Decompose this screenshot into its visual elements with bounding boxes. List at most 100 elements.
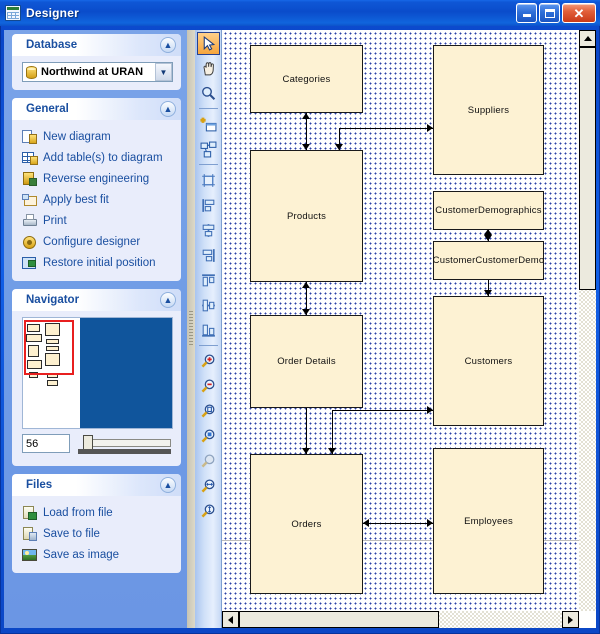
link-apply-best-fit[interactable]: Apply best fit (22, 189, 173, 210)
zoom-actual-size-tool[interactable] (197, 400, 220, 423)
table-title: Order Details (277, 356, 336, 367)
table-node-order-details[interactable]: Order Details (250, 315, 363, 408)
link-label: Save as image (43, 548, 120, 561)
table-title: CustomerCustomerDemo (432, 255, 545, 266)
align-left-tool[interactable] (197, 194, 220, 217)
table-node-customerdemographics[interactable]: CustomerDemographics (433, 191, 544, 230)
link-load-from-file[interactable]: Load from file (22, 502, 173, 523)
maximize-button[interactable] (539, 3, 560, 23)
link-save-as-image[interactable]: Save as image (22, 544, 173, 565)
vertical-scroll-thumb[interactable] (579, 47, 596, 290)
reverse-engineering-icon (22, 171, 38, 187)
nav-shape (47, 380, 58, 386)
align-center-horizontal-tool[interactable] (197, 219, 220, 242)
align-middle-icon (201, 299, 215, 312)
close-button[interactable]: ✕ (562, 3, 596, 23)
align-top-icon (201, 274, 215, 287)
zoom-selection-icon (201, 454, 214, 468)
link-restore-initial-position[interactable]: Restore initial position (22, 252, 173, 273)
hand-pan-tool[interactable] (197, 57, 220, 80)
database-select[interactable]: Northwind at URAN ▼ (22, 62, 173, 82)
arrowhead-up (302, 282, 310, 288)
window-buttons: ✕ (516, 3, 596, 23)
align-bottom-tool[interactable] (197, 319, 220, 342)
close-icon: ✕ (573, 5, 585, 21)
link-label: Save to file (43, 527, 100, 540)
title-bar[interactable]: Designer ✕ (0, 0, 600, 26)
link-label: Apply best fit (43, 193, 109, 206)
align-top-tool[interactable] (197, 269, 220, 292)
add-table-tool[interactable] (197, 113, 220, 136)
load-file-icon (22, 505, 38, 521)
chevron-up-icon[interactable]: ▲ (160, 292, 176, 308)
chevron-up-icon[interactable]: ▲ (160, 37, 176, 53)
align-grid-icon (201, 174, 215, 187)
zoom-input[interactable]: 56 (22, 434, 70, 453)
zoom-slider-track[interactable] (92, 439, 171, 447)
table-node-orders[interactable]: Orders (250, 454, 363, 594)
group-database-header[interactable]: Database ▲ (12, 34, 181, 56)
task-panel: Database ▲ Northwind at URAN ▼ General ▲ (4, 30, 187, 628)
group-general: General ▲ New diagram Add table(s) to di… (12, 98, 181, 281)
diagram-canvas[interactable]: Categories Suppliers Products CustomerDe… (222, 30, 579, 611)
table-node-categories[interactable]: Categories (250, 45, 363, 113)
navigator-controls: 56 (22, 434, 173, 458)
align-right-tool[interactable] (197, 244, 220, 267)
chevron-right-icon (568, 615, 573, 624)
align-middle-tool[interactable] (197, 294, 220, 317)
horizontal-scrollbar[interactable] (222, 611, 579, 628)
zoom-fit-width-tool[interactable] (197, 475, 220, 498)
scroll-left-button[interactable] (222, 611, 239, 628)
link-label: New diagram (43, 130, 111, 143)
zoom-slider[interactable] (76, 434, 173, 458)
zoom-fit-height-tool[interactable] (197, 500, 220, 523)
link-add-tables[interactable]: Add table(s) to diagram (22, 147, 173, 168)
database-select-value: Northwind at URAN (41, 66, 144, 78)
chevron-up-icon (583, 36, 592, 41)
scroll-up-button[interactable] (579, 30, 596, 47)
navigator-viewport-rect[interactable] (24, 320, 74, 375)
toolbar-separator (198, 345, 218, 346)
chevron-up-icon[interactable]: ▲ (160, 477, 176, 493)
table-node-customers[interactable]: Customers (433, 296, 544, 426)
zoom-out-tool[interactable] (197, 375, 220, 398)
horizontal-scroll-thumb[interactable] (239, 611, 439, 628)
panel-splitter[interactable] (187, 30, 195, 628)
group-files-header[interactable]: Files ▲ (12, 474, 181, 496)
zoom-fit-page-tool[interactable] (197, 425, 220, 448)
table-node-products[interactable]: Products (250, 150, 363, 282)
magnifier-tool[interactable] (197, 82, 220, 105)
link-reverse-engineering[interactable]: Reverse engineering (22, 168, 173, 189)
toolbar-separator (198, 108, 218, 109)
show-relations-tool[interactable] (197, 138, 220, 161)
align-center-icon (202, 224, 214, 237)
zoom-slider-thumb[interactable] (83, 435, 93, 450)
table-node-employees[interactable]: Employees (433, 448, 544, 594)
align-to-grid-tool[interactable] (197, 169, 220, 192)
link-save-to-file[interactable]: Save to file (22, 523, 173, 544)
zoom-selection-tool[interactable] (197, 450, 220, 473)
printer-icon (22, 213, 38, 229)
connector-orders-employees (363, 523, 433, 524)
zoom-width-icon (201, 479, 214, 493)
chevron-down-icon[interactable]: ▼ (155, 63, 172, 81)
zoom-slider-ticks (78, 449, 171, 455)
group-general-body: New diagram Add table(s) to diagram Reve… (12, 120, 181, 281)
minimize-button[interactable] (516, 3, 537, 23)
group-navigator-header[interactable]: Navigator ▲ (12, 289, 181, 311)
link-configure-designer[interactable]: Configure designer (22, 231, 173, 252)
magnifier-icon (201, 86, 215, 100)
scroll-right-button[interactable] (562, 611, 579, 628)
pointer-select-tool[interactable] (196, 32, 220, 55)
table-node-customercustomerdemo[interactable]: CustomerCustomerDemo (433, 241, 544, 280)
link-new-diagram[interactable]: New diagram (22, 126, 173, 147)
link-print[interactable]: Print (22, 210, 173, 231)
group-general-header[interactable]: General ▲ (12, 98, 181, 120)
navigator-thumbnail[interactable] (22, 317, 173, 429)
zoom-in-tool[interactable] (197, 350, 220, 373)
chevron-up-icon[interactable]: ▲ (160, 101, 176, 117)
vertical-scrollbar[interactable] (579, 30, 596, 611)
database-cylinder-icon (26, 65, 37, 79)
table-node-suppliers[interactable]: Suppliers (433, 45, 544, 175)
group-files-title: Files (26, 479, 53, 491)
